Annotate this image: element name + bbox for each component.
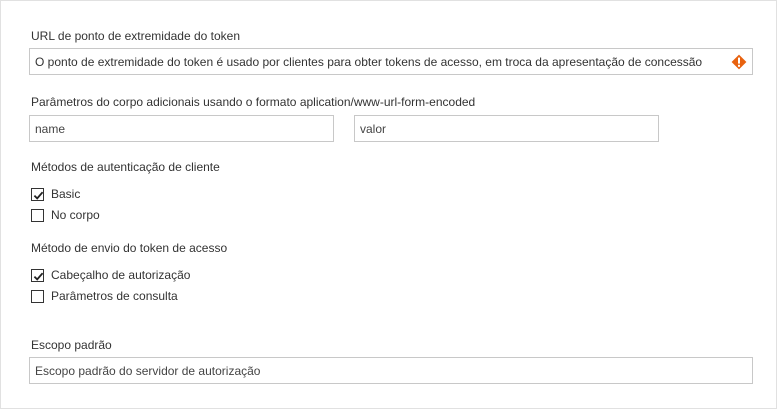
client-auth-basic-label: Basic	[51, 187, 81, 201]
client-auth-body-label: No corpo	[51, 208, 100, 222]
param-name-placeholder: name	[35, 121, 66, 136]
token-send-header-label: Cabeçalho de autorização	[51, 268, 191, 282]
token-endpoint-input[interactable]: O ponto de extremidade do token é usado …	[29, 48, 753, 75]
token-send-query-checkbox[interactable]: Parâmetros de consulta	[31, 288, 178, 304]
token-send-query-label: Parâmetros de consulta	[51, 289, 178, 303]
checkbox-box[interactable]	[31, 268, 44, 282]
checkmark-icon	[33, 191, 44, 200]
token-endpoint-label: URL de ponto de extremidade do token	[31, 29, 241, 43]
token-endpoint-value: O ponto de extremidade do token é usado …	[35, 54, 703, 69]
client-auth-basic-checkbox[interactable]: Basic	[31, 186, 80, 202]
param-value-placeholder: valor	[360, 121, 387, 136]
checkbox-box[interactable]	[31, 187, 44, 201]
default-scope-label: Escopo padrão	[31, 338, 112, 352]
warning-icon	[731, 54, 747, 69]
checkbox-box[interactable]	[31, 208, 44, 222]
default-scope-placeholder: Escopo padrão do servidor de autorização	[35, 363, 261, 378]
checkmark-icon	[33, 272, 44, 281]
token-send-label: Método de envio do token de acesso	[31, 241, 228, 255]
token-send-header-checkbox[interactable]: Cabeçalho de autorização	[31, 267, 190, 283]
default-scope-input[interactable]: Escopo padrão do servidor de autorização	[29, 357, 753, 384]
body-params-label: Parâmetros do corpo adicionais usando o …	[31, 95, 476, 109]
checkbox-box[interactable]	[31, 289, 44, 303]
param-value-input[interactable]: valor	[354, 115, 659, 142]
oauth-settings-panel: URL de ponto de extremidade do token O p…	[0, 0, 777, 409]
client-auth-label: Métodos de autenticação de cliente	[31, 160, 220, 174]
param-name-input[interactable]: name	[29, 115, 334, 142]
client-auth-body-checkbox[interactable]: No corpo	[31, 207, 100, 223]
